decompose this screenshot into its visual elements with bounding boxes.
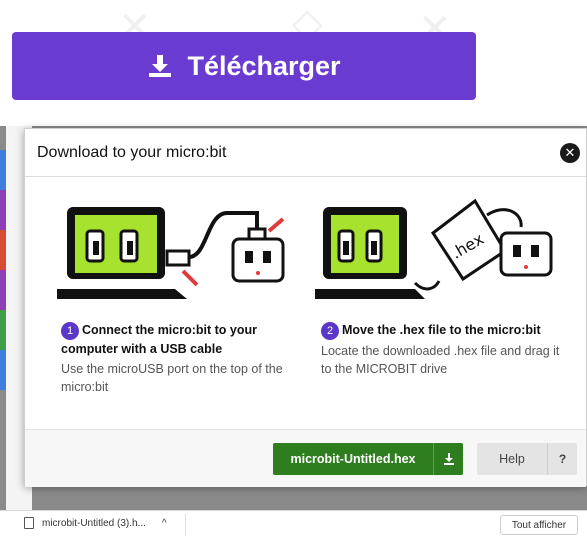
download-icon [433, 443, 463, 475]
dialog-header: Download to your micro:bit ✕ [25, 129, 586, 177]
category-strip [0, 310, 6, 350]
download-dialog: Download to your micro:bit ✕ .hex 1 Conn… [24, 128, 587, 487]
file-icon [24, 517, 34, 529]
file-button-label: microbit-Untitled.hex [290, 452, 416, 466]
category-strip [0, 190, 6, 230]
download-file-button[interactable]: microbit-Untitled.hex [273, 443, 463, 475]
close-icon[interactable]: ✕ [560, 143, 580, 163]
download-button[interactable]: Télécharger [12, 32, 476, 100]
step-move-file: 2 Move the .hex file to the micro:bit Loc… [321, 321, 561, 378]
dialog-title: Download to your micro:bit [37, 143, 227, 161]
download-button-label: Télécharger [187, 50, 341, 81]
download-icon [149, 55, 172, 77]
question-icon: ? [547, 443, 577, 475]
step-title: Move the .hex file to the micro:bit [342, 323, 541, 337]
category-strip [0, 150, 6, 190]
step-title: Connect the micro:bit to your computer w… [61, 323, 257, 356]
chevron-up-icon[interactable]: ^ [162, 518, 167, 529]
step-number: 2 [321, 321, 339, 340]
category-strip [0, 270, 6, 310]
category-strip [0, 350, 6, 390]
downloaded-file-name: microbit-Untitled (3).h... [42, 517, 146, 529]
divider [185, 514, 186, 536]
category-strip [0, 230, 6, 270]
step-connect: 1 Connect the micro:bit to your computer … [61, 321, 301, 396]
help-label: Help [499, 452, 525, 466]
connect-illustration [57, 207, 285, 299]
dialog-footer: microbit-Untitled.hex Help ? [25, 429, 586, 487]
download-bar: microbit-Untitled (3).h... ^ Tout affich… [0, 510, 587, 537]
show-all-button[interactable]: Tout afficher [500, 515, 578, 535]
step-description: Use the microUSB port on the top of the … [61, 361, 283, 394]
step-number: 1 [61, 321, 79, 340]
help-button[interactable]: Help ? [477, 443, 577, 475]
step-description: Locate the downloaded .hex file and drag… [321, 343, 560, 376]
downloaded-file-item[interactable]: microbit-Untitled (3).h... ^ [24, 517, 167, 529]
move-file-illustration: .hex [315, 198, 553, 299]
